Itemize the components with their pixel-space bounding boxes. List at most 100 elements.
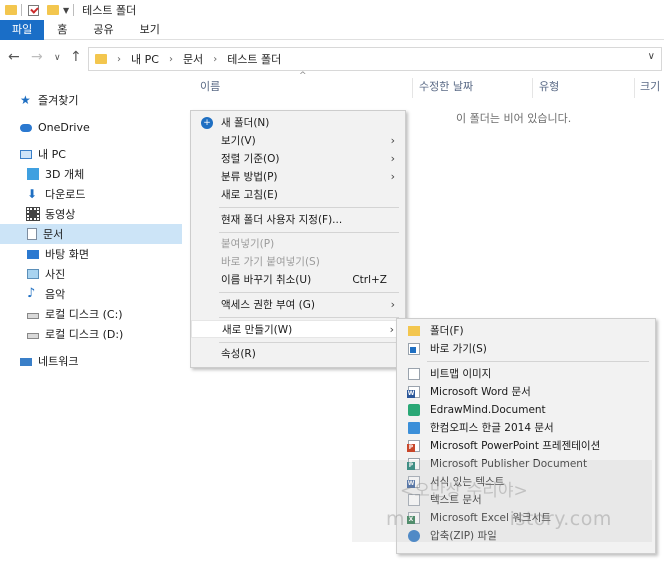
document-icon [27,228,37,240]
edrawmind-icon [408,404,420,416]
menu-view[interactable]: 보기(V) › [191,132,405,150]
menu-separator [219,342,399,343]
nav-videos[interactable]: 동영상 [0,204,182,224]
music-note-icon: ♪ [27,286,36,301]
recent-dropdown-icon[interactable]: ∨ [54,53,61,63]
chevron-right-icon[interactable]: › [117,54,121,65]
nav-onedrive[interactable]: OneDrive [0,117,182,137]
column-divider[interactable] [532,78,533,98]
quick-access-dropdown-icon[interactable]: ▼ [63,6,69,15]
ribbon-tabs: 파일 홈 공유 보기 [0,20,664,40]
shortcut-label: Ctrl+Z [352,274,387,286]
submenu-powerpoint[interactable]: P Microsoft PowerPoint 프레젠테이션 [397,437,655,455]
submenu-folder[interactable]: 폴더(F) [397,322,655,340]
submenu-shortcut[interactable]: 바로 가기(S) [397,340,655,358]
nav-downloads[interactable]: ⬇ 다운로드 [0,184,182,204]
menu-properties[interactable]: 속성(R) [191,345,405,363]
menu-separator [219,292,399,293]
computer-icon [20,149,32,159]
menu-give-access[interactable]: 액세스 권한 부여 (G) › [191,296,405,314]
submenu-edrawmind[interactable]: EdrawMind.Document [397,401,655,419]
chevron-right-icon: › [390,298,395,311]
watermark-url: m istory.com [386,508,612,530]
submenu-hancom-document[interactable]: 한컴오피스 한글 2014 문서 [397,419,655,437]
breadcrumb-this-pc[interactable]: 내 PC [131,51,159,67]
drive-icon [27,333,39,339]
picture-icon [27,269,39,279]
navigation-pane: ★ 즐겨찾기 OneDrive 내 PC 3D 개체 ⬇ 다운로드 동영상 문서… [0,88,182,561]
navigation-bar: ← → ∨ ↑ › 내 PC › 문서 › 테스트 폴더 ∨ [0,43,664,73]
word-icon: W [407,386,420,398]
download-arrow-icon: ⬇ [27,187,38,201]
sort-caret-icon: ^ [299,71,307,81]
folder-icon [5,5,17,15]
column-divider[interactable] [634,78,635,98]
menu-customize-folder[interactable]: 현재 폴더 사용자 지정(F)... [191,211,405,229]
nav-pictures[interactable]: 사진 [0,264,182,284]
nav-music[interactable]: ♪ 음악 [0,284,182,304]
divider [73,4,75,16]
cloud-icon [20,124,32,132]
chevron-right-icon: › [390,170,395,183]
menu-separator [219,207,399,208]
nav-quick-access[interactable]: ★ 즐겨찾기 [0,90,182,110]
chevron-right-icon: › [389,323,394,336]
menu-undo-rename[interactable]: 이름 바꾸기 취소(U) Ctrl+Z [191,271,405,289]
address-bar[interactable]: › 내 PC › 문서 › 테스트 폴더 ∨ [88,47,662,71]
film-icon [26,207,40,221]
watermark-text: <오만상 수리야> [400,481,528,501]
column-divider[interactable] [412,78,413,98]
tab-share[interactable]: 공유 [80,20,126,40]
back-arrow-icon[interactable]: ← [8,49,20,65]
nav-network[interactable]: 네트워크 [0,351,182,371]
chevron-right-icon[interactable]: › [213,54,217,65]
star-icon: ★ [20,93,31,107]
menu-new-folder[interactable]: + 새 폴더(N) [191,114,405,132]
bitmap-image-icon [408,368,420,380]
new-folder-icon[interactable] [47,5,59,15]
nav-documents[interactable]: 문서 [0,224,182,244]
forward-arrow-icon[interactable]: → [31,49,43,65]
nav-3d-objects[interactable]: 3D 개체 [0,164,182,184]
menu-new[interactable]: 새로 만들기(W) › [191,320,405,338]
submenu-word-document[interactable]: W Microsoft Word 문서 [397,383,655,401]
drive-icon [27,313,39,319]
nav-local-disk-c[interactable]: 로컬 디스크 (C:) [0,304,182,324]
desktop-icon [27,250,39,259]
breadcrumb-test-folder[interactable]: 테스트 폴더 [227,51,281,67]
divider [21,4,22,16]
folder-icon [95,54,107,64]
menu-group-by[interactable]: 분류 방법(P) › [191,168,405,186]
column-date-modified[interactable]: 수정한 날짜 [419,76,473,98]
breadcrumb-documents[interactable]: 문서 [183,51,203,67]
menu-sort-by[interactable]: 정렬 기준(O) › [191,150,405,168]
nav-this-pc[interactable]: 내 PC [0,144,182,164]
menu-separator [219,317,399,318]
empty-folder-message: 이 폴더는 비어 있습니다. [456,112,572,125]
menu-paste-shortcut[interactable]: 바로 가기 붙여넣기(S) [191,253,405,271]
menu-separator [219,232,399,233]
cube-icon [27,168,39,180]
menu-paste[interactable]: 붙여넣기(P) [191,235,405,253]
chevron-right-icon: › [390,152,395,165]
context-menu: + 새 폴더(N) 보기(V) › 정렬 기준(O) › 분류 방법(P) › … [190,110,406,368]
chevron-down-icon[interactable]: ∨ [648,51,655,62]
submenu-bitmap[interactable]: 비트맵 이미지 [397,365,655,383]
window-title: 테스트 폴더 [82,4,137,17]
nav-desktop[interactable]: 바탕 화면 [0,244,182,264]
network-icon [20,358,32,366]
menu-separator [427,361,649,362]
column-name[interactable]: 이름 [200,76,220,98]
menu-refresh[interactable]: 새로 고침(E) [191,186,405,204]
properties-check-icon[interactable] [28,4,39,16]
tab-file[interactable]: 파일 [0,20,45,40]
nav-local-disk-d[interactable]: 로컬 디스크 (D:) [0,324,182,344]
column-type[interactable]: 유형 [539,76,559,98]
powerpoint-icon: P [407,440,420,452]
chevron-right-icon[interactable]: › [169,54,173,65]
up-arrow-icon[interactable]: ↑ [70,49,82,65]
shortcut-icon [408,343,420,355]
column-size[interactable]: 크기 [640,76,660,98]
tab-view[interactable]: 보기 [127,20,173,40]
tab-home[interactable]: 홈 [44,20,80,40]
